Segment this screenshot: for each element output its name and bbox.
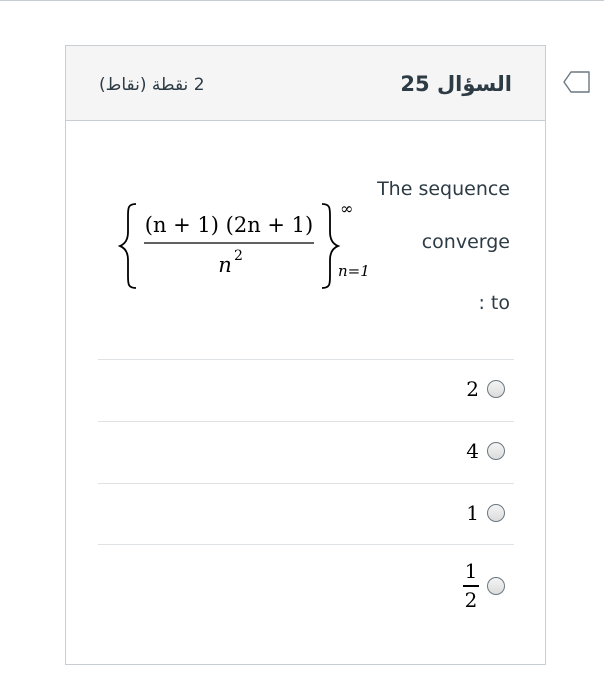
answer-option-2[interactable]: 4 [466, 431, 505, 471]
right-brace [321, 203, 341, 289]
question-points: 2 نقطة (نقاط) [99, 75, 205, 95]
question-header: السؤال 25 2 نقطة (نقاط) [66, 46, 545, 121]
answer-divider [98, 359, 514, 360]
fraction-bar [463, 585, 479, 587]
question-title: السؤال 25 [400, 72, 512, 96]
answer-fraction: 1 2 [463, 561, 479, 611]
answer-option-4[interactable]: 1 2 [463, 554, 505, 618]
radio-button-icon[interactable] [487, 577, 505, 595]
formula-lower-limit: n=1 [338, 262, 370, 280]
answer-divider [98, 483, 514, 484]
fraction-denominator: 2 [464, 587, 478, 612]
answer-option-3[interactable]: 1 [466, 493, 505, 533]
left-brace [118, 203, 137, 289]
fraction-numerator: 1 [464, 559, 478, 584]
answer-divider [98, 544, 514, 545]
radio-button-icon[interactable] [487, 380, 505, 398]
radio-button-icon[interactable] [487, 504, 505, 522]
formula-upper-limit: ∞ [340, 199, 353, 218]
question-card: السؤال 25 2 نقطة (نقاط) The sequence con… [65, 45, 546, 665]
answer-label: 4 [466, 439, 479, 463]
sequence-formula: (n + 1) (2n + 1) n 2 ∞ n=1 [118, 199, 370, 289]
question-text-line2: converge [421, 231, 510, 253]
formula-denominator: n [218, 253, 232, 277]
flag-icon[interactable] [562, 70, 592, 94]
answer-option-1[interactable]: 2 [466, 369, 505, 409]
radio-button-icon[interactable] [487, 442, 505, 460]
top-divider [0, 0, 604, 1]
answer-label: 1 [466, 501, 479, 525]
answer-label: 2 [466, 377, 479, 401]
formula-denominator-exponent: 2 [234, 248, 243, 264]
formula-numerator: (n + 1) (2n + 1) [145, 213, 313, 237]
answer-divider [98, 421, 514, 422]
question-text-line3: : to [478, 292, 510, 314]
